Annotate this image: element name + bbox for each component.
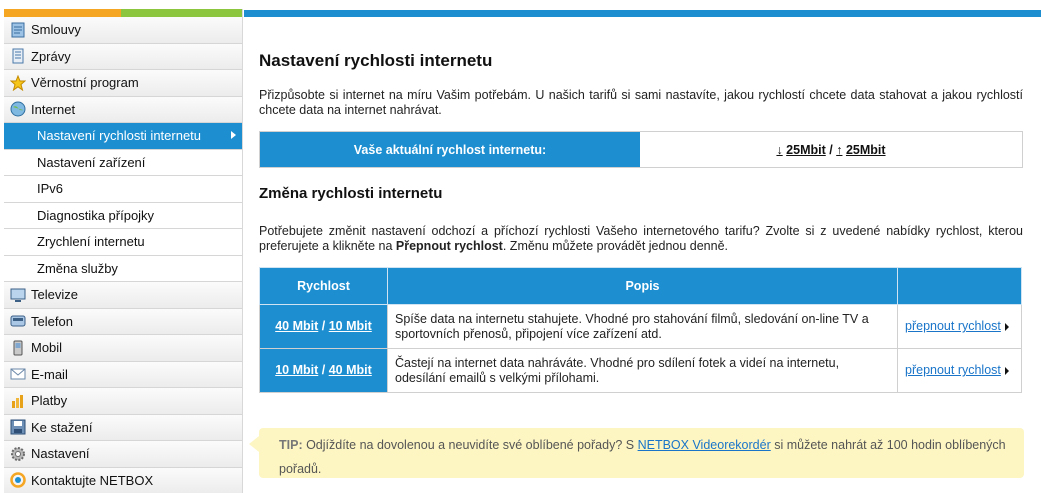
sidebar-item-diagnostika[interactable]: Diagnostika přípojky: [4, 202, 242, 229]
sidebar-item-vernostni-program[interactable]: Věrnostní program: [4, 70, 242, 97]
contract-icon: [10, 22, 26, 38]
sidebar-item-zrychleni[interactable]: Zrychlení internetu: [4, 229, 242, 256]
chevron-right-icon: [231, 131, 236, 139]
current-speed-box: Vaše aktuální rychlost internetu: ↓ 25Mb…: [259, 131, 1023, 168]
sidebar-item-email[interactable]: E-mail: [4, 361, 242, 388]
sidebar-item-label: Telefon: [31, 313, 73, 329]
sidebar-item-label: Změna služby: [37, 260, 118, 276]
switch-speed-cell: přepnout rychlost: [897, 348, 1022, 393]
sidebar-item-televize[interactable]: Televize: [4, 282, 242, 309]
upload-speed: 25Mbit: [845, 142, 886, 157]
sidebar-item-label: Televize: [31, 287, 78, 303]
tip-label: TIP:: [279, 438, 303, 452]
sidebar-item-label: Platby: [31, 393, 68, 409]
column-header-rychlost: Rychlost: [259, 267, 388, 305]
sidebar-item-label: Zrychlení internetu: [37, 234, 145, 250]
speed-up-link[interactable]: 10 Mbit: [329, 319, 372, 333]
column-header-popis: Popis: [387, 267, 898, 305]
speed-separator: /: [321, 319, 326, 333]
sidebar-item-nastaveni[interactable]: Nastavení: [4, 441, 242, 468]
sidebar-item-label: Ke stažení: [31, 419, 93, 435]
videorekorder-link[interactable]: NETBOX Videorekordér: [638, 438, 771, 452]
page-title: Nastavení rychlosti internetu: [259, 51, 493, 70]
table-header-row: Rychlost Popis: [259, 267, 1022, 305]
tip-text-before: Odjíždíte na dovolenou a neuvidíte své o…: [302, 438, 638, 452]
orange-bar-segment: [4, 9, 121, 17]
column-header-action: [897, 267, 1022, 305]
mobile-icon: [10, 340, 26, 356]
sidebar-color-bar: [4, 9, 242, 17]
sidebar-item-label: Internet: [31, 101, 76, 117]
download-icon: [10, 419, 26, 435]
tip-box: TIP: Odjíždíte na dovolenou a neuvidíte …: [249, 428, 1024, 478]
sidebar-item-label: Nastavení rychlosti internetu: [37, 128, 202, 144]
sidebar-item-nastaveni-zarizeni[interactable]: Nastavení zařízení: [4, 149, 242, 176]
change-text-bold: Přepnout rychlost: [395, 239, 503, 253]
globe-icon: [10, 101, 26, 117]
sidebar-item-label: Diagnostika přípojky: [37, 207, 155, 223]
sidebar-item-platby[interactable]: Platby: [4, 388, 242, 415]
email-icon: [10, 366, 26, 382]
switch-speed-cell: přepnout rychlost: [897, 304, 1022, 349]
chevron-right-icon: [1004, 366, 1009, 375]
intro-text: Přizpůsobte si internet na míru Vašim po…: [259, 88, 1023, 117]
sidebar-item-zmena-sluzby[interactable]: Změna služby: [4, 255, 242, 282]
upload-arrow-icon: ↑: [836, 142, 843, 157]
sidebar-item-ke-stazeni[interactable]: Ke stažení: [4, 414, 242, 441]
speed-description: Častejí na internet data nahráváte. Vhod…: [387, 348, 898, 393]
sidebar-item-label: IPv6: [37, 181, 64, 197]
contact-icon: [10, 472, 26, 488]
sidebar-item-nastaveni-rychlosti[interactable]: Nastavení rychlosti internetu: [4, 123, 242, 150]
sidebar-item-label: Nastavení: [31, 446, 90, 462]
download-arrow-icon: ↓: [776, 142, 783, 157]
sidebar-item-label: Mobil: [31, 340, 63, 356]
payments-icon: [10, 393, 26, 409]
sidebar-item-zpravy[interactable]: Zprávy: [4, 43, 242, 70]
speed-up-link[interactable]: 40 Mbit: [329, 363, 372, 377]
sidebar-item-label: E-mail: [31, 366, 68, 382]
speed-option-cell[interactable]: 40 Mbit / 10 Mbit: [259, 304, 388, 349]
sidebar-item-internet[interactable]: Internet: [4, 96, 242, 123]
speed-options-table: Rychlost Popis 40 Mbit / 10 Mbit Spíše d…: [259, 267, 1022, 393]
chevron-right-icon: [1004, 322, 1009, 331]
sidebar-item-kontaktujte-netbox[interactable]: Kontaktujte NETBOX: [4, 467, 242, 493]
header-accent-bar: [244, 10, 1041, 17]
speed-down-link[interactable]: 40 Mbit: [275, 319, 318, 333]
speed-down-link[interactable]: 10 Mbit: [275, 363, 318, 377]
switch-speed-link[interactable]: přepnout rychlost: [905, 319, 1001, 333]
messages-icon: [10, 48, 26, 64]
sidebar-item-label: Zprávy: [31, 48, 71, 64]
change-speed-text: Potřebujete změnit nastavení odchozí a p…: [259, 224, 1023, 254]
sidebar-item-smlouvy[interactable]: Smlouvy: [4, 17, 242, 44]
speed-separator: /: [829, 142, 833, 157]
phone-icon: [10, 313, 26, 329]
sidebar: Smlouvy Zprávy Věrnostní program Interne…: [4, 9, 243, 493]
sidebar-item-ipv6[interactable]: IPv6: [4, 176, 242, 203]
green-bar-segment: [121, 9, 242, 17]
tv-icon: [10, 287, 26, 303]
sidebar-item-telefon[interactable]: Telefon: [4, 308, 242, 335]
main-content: Nastavení rychlosti internetu Přizpůsobt…: [259, 17, 1023, 393]
table-row: 40 Mbit / 10 Mbit Spíše data na internet…: [259, 304, 1022, 349]
speed-separator: /: [321, 363, 326, 377]
switch-speed-link[interactable]: přepnout rychlost: [905, 363, 1001, 377]
star-icon: [10, 74, 26, 91]
sidebar-item-label: Věrnostní program: [31, 75, 139, 91]
speed-option-cell[interactable]: 10 Mbit / 40 Mbit: [259, 348, 388, 393]
sidebar-item-label: Nastavení zařízení: [37, 154, 146, 170]
current-speed-value: ↓ 25Mbit / ↑ 25Mbit: [640, 132, 1022, 167]
download-speed: 25Mbit: [786, 142, 826, 157]
section-title-change-speed: Změna rychlosti internetu: [259, 185, 443, 202]
sidebar-item-label: Kontaktujte NETBOX: [31, 472, 154, 488]
sidebar-item-label: Smlouvy: [31, 22, 81, 38]
change-text-after: . Změnu můžete provádět jednou denně.: [502, 239, 729, 253]
sidebar-item-mobil[interactable]: Mobil: [4, 335, 242, 362]
current-speed-label: Vaše aktuální rychlost internetu:: [260, 132, 640, 167]
speed-description: Spíše data na internetu stahujete. Vhodn…: [387, 304, 898, 349]
table-row: 10 Mbit / 40 Mbit Častejí na internet da…: [259, 348, 1022, 393]
settings-icon: [10, 446, 26, 462]
